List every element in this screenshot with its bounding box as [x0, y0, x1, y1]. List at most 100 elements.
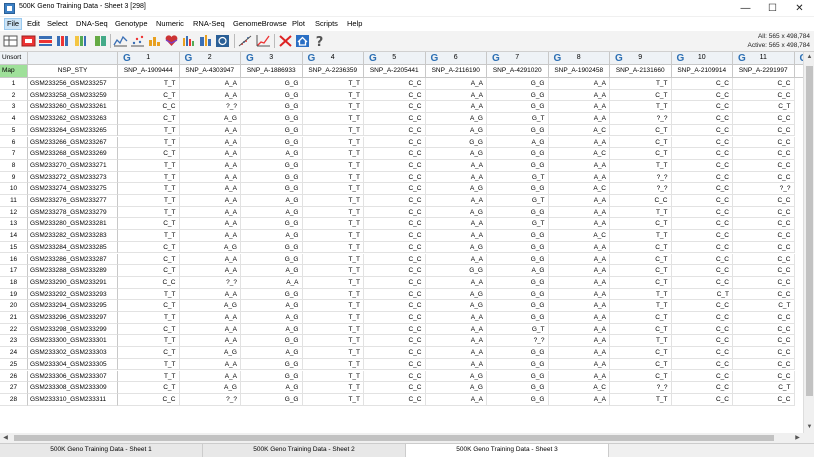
- genotype-cell[interactable]: C_C: [671, 393, 733, 406]
- line-plot-icon[interactable]: [113, 34, 128, 48]
- genotype-cell[interactable]: C_C: [364, 136, 426, 149]
- table-row[interactable]: 1 GSM233256_GSM233257 T_T A_A G_G T_T C_C A_A G_…: [0, 78, 803, 90]
- genotype-cell[interactable]: C_T: [118, 148, 180, 160]
- genotype-cell[interactable]: C_C: [671, 358, 733, 371]
- genotype-cell[interactable]: A_G: [241, 148, 303, 160]
- row-label[interactable]: GSM233290_GSM233291: [28, 276, 118, 289]
- genotype-cell[interactable]: T_T: [302, 393, 364, 406]
- genotype-cell[interactable]: G_G: [487, 312, 549, 324]
- genotype-cell[interactable]: C_T: [118, 323, 180, 336]
- genotype-cell[interactable]: A_A: [179, 230, 241, 242]
- column-name-header[interactable]: SNP_A-2205441: [364, 65, 426, 78]
- home-icon[interactable]: [295, 34, 310, 48]
- genotype-cell[interactable]: G_G: [487, 382, 549, 394]
- scatter-plot-icon[interactable]: [130, 34, 145, 48]
- genotype-cell[interactable]: A_G: [241, 265, 303, 277]
- genotype-cell[interactable]: G_T: [487, 323, 549, 336]
- genotype-cell[interactable]: G_G: [241, 358, 303, 371]
- genotype-cell[interactable]: C_C: [671, 335, 733, 348]
- row-number[interactable]: 6: [0, 136, 28, 149]
- genotype-cell[interactable]: A_A: [179, 124, 241, 137]
- row-number[interactable]: 8: [0, 159, 28, 172]
- genotype-cell[interactable]: T_T: [610, 393, 672, 406]
- genotype-cell[interactable]: ?_?: [610, 171, 672, 184]
- genotype-cell[interactable]: C_C: [671, 89, 733, 102]
- row-label[interactable]: GSM233292_GSM233293: [28, 288, 118, 301]
- genotype-cell[interactable]: T_T: [302, 288, 364, 301]
- genotype-cell[interactable]: C_T: [118, 300, 180, 312]
- genotype-cell[interactable]: A_C: [548, 230, 610, 242]
- scroll-right-icon[interactable]: ▶: [792, 433, 803, 443]
- genotype-cell[interactable]: T_T: [302, 335, 364, 348]
- row-number[interactable]: 3: [0, 101, 28, 114]
- genotype-cell[interactable]: C_C: [671, 113, 733, 125]
- genotype-cell[interactable]: A_G: [179, 241, 241, 254]
- genotype-cell[interactable]: G_G: [425, 136, 487, 149]
- genotype-cell[interactable]: G_G: [241, 89, 303, 102]
- row-number[interactable]: 20: [0, 300, 28, 312]
- row-label[interactable]: GSM233268_GSM233269: [28, 148, 118, 160]
- row-number[interactable]: 26: [0, 370, 28, 383]
- genotype-cell[interactable]: C_C: [364, 78, 426, 90]
- genotype-cell[interactable]: A_A: [179, 335, 241, 348]
- genotype-cell[interactable]: A_G: [425, 183, 487, 195]
- genotype-cell[interactable]: C_C: [733, 253, 795, 266]
- genotype-cell[interactable]: T_T: [302, 347, 364, 359]
- menu-scripts[interactable]: Scripts: [315, 19, 338, 28]
- genotype-cell[interactable]: A_G: [241, 195, 303, 207]
- genotype-cell[interactable]: C_T: [733, 300, 795, 312]
- genome-browser-icon[interactable]: [215, 34, 230, 48]
- genotype-cell[interactable]: A_A: [425, 159, 487, 172]
- row-number[interactable]: 4: [0, 113, 28, 125]
- table-row[interactable]: 25 GSM233304_GSM233305 T_T A_A G_G T_T C_C A_A G…: [0, 358, 803, 371]
- genotype-cell[interactable]: C_C: [733, 218, 795, 231]
- unsort-button[interactable]: Unsort: [0, 52, 28, 65]
- menu-edit[interactable]: Edit: [27, 19, 40, 28]
- genotype-cell[interactable]: C_C: [118, 276, 180, 289]
- row-number[interactable]: 19: [0, 288, 28, 301]
- genotype-cell[interactable]: G_G: [241, 171, 303, 184]
- genotype-cell[interactable]: A_A: [425, 323, 487, 336]
- genotype-cell[interactable]: A_G: [179, 113, 241, 125]
- genotype-cell[interactable]: C_C: [733, 312, 795, 324]
- row-number[interactable]: 18: [0, 276, 28, 289]
- table-row[interactable]: 19 GSM233292_GSM233293 T_T A_A G_G T_T C_C A_G G…: [0, 288, 803, 301]
- genotype-cell[interactable]: T_T: [118, 335, 180, 348]
- spreadsheet-grid[interactable]: Unsort Map NSP_STY G 1 SNP_A-1909444 G 2 SNP_…: [0, 52, 803, 433]
- genotype-cell[interactable]: A_A: [179, 370, 241, 383]
- genotype-cell[interactable]: A_A: [425, 171, 487, 184]
- genotype-cell[interactable]: T_T: [302, 159, 364, 172]
- genotype-cell[interactable]: G_T: [487, 218, 549, 231]
- table-row[interactable]: 21 GSM233296_GSM233297 T_T A_A A_G T_T C_C A_A G…: [0, 312, 803, 324]
- genotype-cell[interactable]: C_C: [671, 124, 733, 137]
- genotype-cell[interactable]: A_A: [425, 347, 487, 359]
- row-label[interactable]: GSM233282_GSM233283: [28, 230, 118, 242]
- genotype-cell[interactable]: C_C: [671, 241, 733, 254]
- genotype-cell[interactable]: A_A: [425, 393, 487, 406]
- horizontal-scroll-thumb[interactable]: [14, 435, 774, 441]
- genotype-cell[interactable]: C_C: [671, 136, 733, 149]
- genotype-cell[interactable]: A_A: [425, 89, 487, 102]
- genotype-cell[interactable]: C_C: [733, 335, 795, 348]
- genotype-cell[interactable]: G_G: [487, 370, 549, 383]
- genotype-cell[interactable]: C_C: [364, 206, 426, 219]
- genotype-cell[interactable]: G_G: [241, 136, 303, 149]
- minimize-button[interactable]: —: [732, 0, 759, 17]
- genotype-cell[interactable]: G_G: [241, 124, 303, 137]
- genotype-cell[interactable]: A_A: [179, 89, 241, 102]
- genotype-cell[interactable]: C_C: [118, 393, 180, 406]
- row-number[interactable]: 27: [0, 382, 28, 394]
- genotype-cell[interactable]: T_T: [302, 358, 364, 371]
- genotype-cell[interactable]: A_G: [179, 300, 241, 312]
- column-name-header[interactable]: SNP_A-2109914: [671, 65, 733, 78]
- genotype-cell[interactable]: C_C: [364, 148, 426, 160]
- row-label[interactable]: GSM233300_GSM233301: [28, 335, 118, 348]
- genotype-cell[interactable]: ?_?: [733, 183, 795, 195]
- column-name-header[interactable]: SNP_A-4291020: [487, 65, 549, 78]
- genotype-cell[interactable]: C_C: [671, 78, 733, 90]
- genotype-cell[interactable]: A_A: [548, 89, 610, 102]
- help-icon[interactable]: ?: [312, 34, 327, 48]
- genotype-cell[interactable]: T_T: [302, 300, 364, 312]
- genotype-cell[interactable]: A_A: [548, 241, 610, 254]
- heart-icon[interactable]: [164, 34, 179, 48]
